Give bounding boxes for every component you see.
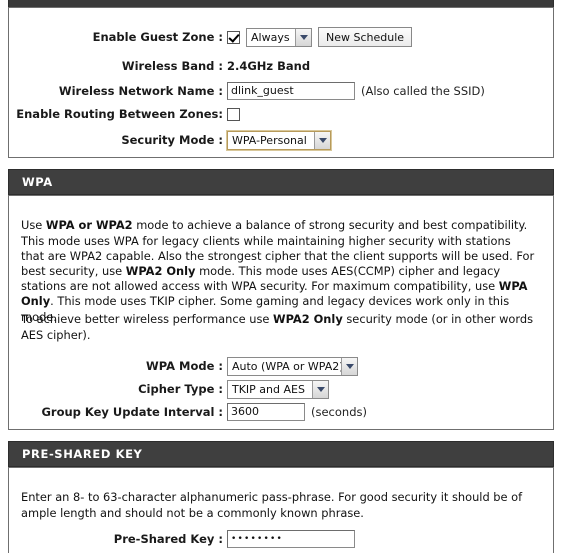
row-pre-shared-key: Pre-Shared Key : ••••••••: [9, 528, 553, 550]
wireless-band-value: 2.4GHz Band: [227, 59, 311, 73]
wpa-panel: Use WPA or WPA2 mode to achieve a balanc…: [8, 195, 554, 430]
ssid-hint: (Also called the SSID): [361, 84, 485, 98]
wpa-p1-bold2: WPA2 Only: [125, 264, 196, 278]
enable-routing-checkbox[interactable]: [227, 107, 240, 121]
new-schedule-button[interactable]: New Schedule: [318, 27, 413, 47]
wpa-mode-label: WPA Mode :: [146, 359, 223, 373]
chevron-down-icon: [341, 357, 357, 375]
guest-zone-schedule-value: Always: [251, 30, 290, 44]
cipher-type-select[interactable]: TKIP and AES: [227, 379, 329, 399]
wireless-network-name-input[interactable]: dlink_guest: [227, 82, 355, 100]
wpa-mode-select[interactable]: Auto (WPA or WPA2): [227, 356, 358, 376]
wpa-p1-seg1: Use: [21, 218, 46, 233]
wpa-p1-bold1: WPA or WPA2: [45, 218, 133, 233]
chevron-down-icon: [312, 380, 328, 398]
guest-zone-panel: Enable Guest Zone : Always New Schedule …: [8, 7, 554, 158]
enable-guest-zone-label: Enable Guest Zone :: [92, 30, 223, 44]
row-wireless-band: Wireless Band : 2.4GHz Band: [9, 55, 553, 77]
wpa-section-header: WPA: [8, 169, 554, 195]
security-mode-value: WPA-Personal: [232, 133, 307, 147]
row-enable-guest-zone: Enable Guest Zone : Always New Schedule: [9, 26, 553, 48]
wpa-p2-bold1: WPA2 Only: [273, 312, 343, 327]
wpa-p2-seg1: To achieve better wireless performance u…: [21, 312, 274, 327]
security-mode-select[interactable]: WPA-Personal: [226, 129, 332, 151]
enable-guest-zone-checkbox[interactable]: [227, 30, 240, 44]
wpa-description-paragraph-2: To achieve better wireless performance u…: [21, 312, 537, 342]
pre-shared-key-label: Pre-Shared Key :: [113, 532, 223, 546]
pre-shared-key-masked-value: ••••••••: [231, 534, 284, 544]
pre-shared-key-section-header: PRE-SHARED KEY: [8, 441, 554, 467]
group-key-update-interval-unit: (seconds): [311, 405, 367, 419]
top-header-strip: [8, 0, 554, 7]
pre-shared-key-panel: Enter an 8- to 63-character alphanumeric…: [8, 467, 554, 553]
guest-zone-schedule-select[interactable]: Always: [246, 27, 312, 47]
wireless-band-label: Wireless Band :: [121, 59, 223, 73]
row-enable-routing-between-zones: Enable Routing Between Zones:: [9, 103, 553, 125]
pre-shared-key-description: Enter an 8- to 63-character alphanumeric…: [21, 490, 523, 520]
enable-routing-label: Enable Routing Between Zones:: [16, 107, 223, 121]
wpa-mode-value: Auto (WPA or WPA2): [232, 359, 344, 373]
router-wireless-security-page: Enable Guest Zone : Always New Schedule …: [0, 0, 562, 553]
group-key-update-interval-input[interactable]: 3600: [227, 403, 305, 421]
row-cipher-type: Cipher Type : TKIP and AES: [9, 378, 553, 400]
cipher-type-label: Cipher Type :: [138, 382, 223, 396]
row-group-key-update-interval: Group Key Update Interval : 3600 (second…: [9, 401, 553, 423]
row-security-mode: Security Mode : WPA-Personal: [9, 129, 553, 151]
wireless-network-name-label: Wireless Network Name :: [58, 84, 223, 98]
row-wireless-network-name: Wireless Network Name : dlink_guest (Als…: [9, 80, 553, 102]
cipher-type-value: TKIP and AES: [232, 382, 305, 396]
group-key-update-interval-label: Group Key Update Interval :: [41, 405, 223, 419]
chevron-down-icon: [314, 131, 330, 149]
row-wpa-mode: WPA Mode : Auto (WPA or WPA2): [9, 355, 553, 377]
wpa-description-paragraph-1: Use WPA or WPA2 mode to achieve a balanc…: [21, 218, 537, 324]
pre-shared-key-input[interactable]: ••••••••: [227, 530, 355, 548]
security-mode-label: Security Mode :: [121, 133, 223, 147]
chevron-down-icon: [295, 28, 311, 46]
